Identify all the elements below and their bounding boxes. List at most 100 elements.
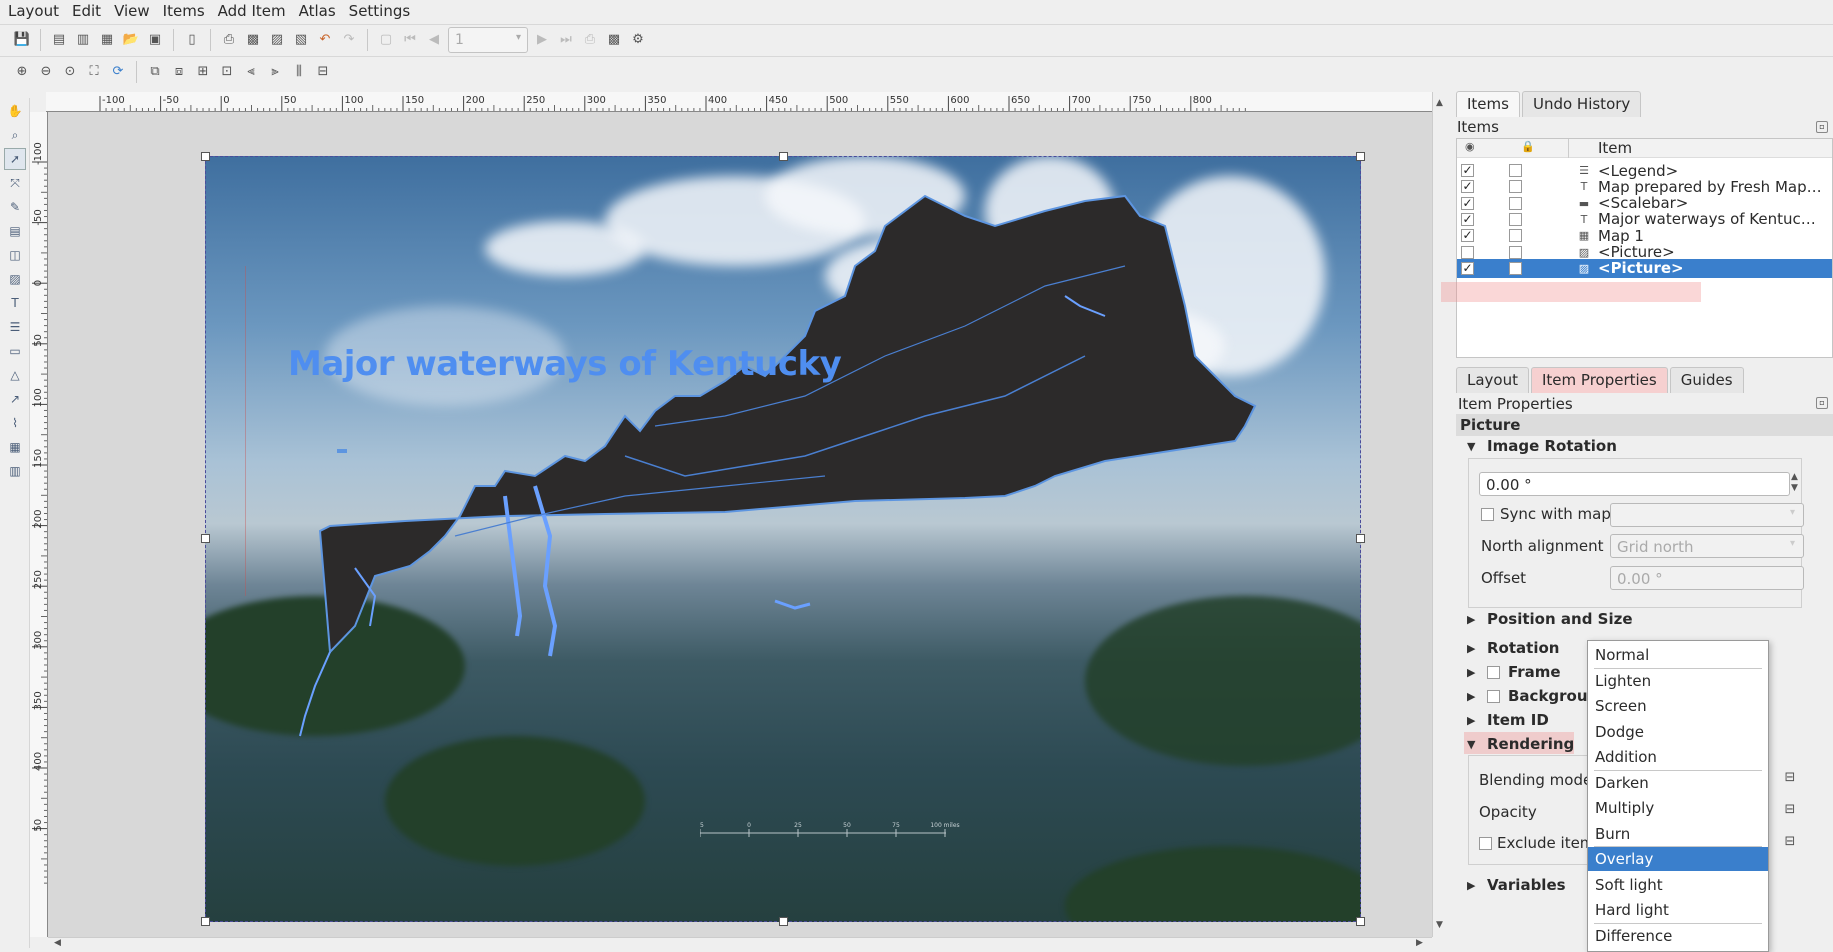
menu-items[interactable]: Items [159,2,214,20]
add-3d-map-icon[interactable]: ◫ [4,244,26,266]
menu-edit[interactable]: Edit [68,2,110,20]
resize-handle[interactable] [201,152,210,161]
layout-canvas[interactable]: Major waterways of Kentucky 250255075100… [48,112,1432,937]
lock-checkbox[interactable] [1509,164,1522,177]
add-legend-icon[interactable]: ☰ [4,316,26,338]
distribute-icon[interactable]: ⫼ [289,62,309,82]
resize-handle[interactable] [779,917,788,926]
zoom-actual-icon[interactable]: ⊙ [60,62,80,82]
visibility-checkbox[interactable]: ✓ [1461,261,1474,275]
lock-checkbox[interactable] [1509,180,1522,194]
rotation-spinbox[interactable]: 0.00 ° [1479,472,1790,496]
canvas-horizontal-scrollbar[interactable]: ◀ ▶ [48,937,1432,952]
rendering-section[interactable]: ▼ Rendering [1467,735,1574,753]
canvas-vertical-scrollbar[interactable]: ▲ ▼ [1432,92,1448,937]
add-picture-icon[interactable]: ▨ [4,268,26,290]
lock-checkbox[interactable] [1509,196,1522,210]
variables-section[interactable]: ▶ Variables [1467,876,1566,894]
blend-mode-option[interactable]: Hard light [1588,898,1768,922]
float-panel-icon[interactable]: ▫ [1816,397,1828,409]
add-label-icon[interactable]: T [4,292,26,314]
lock-checkbox[interactable] [1509,261,1522,275]
exclude-item-checkbox[interactable] [1479,837,1492,850]
item-column-header[interactable]: Item [1598,139,1632,157]
resize-handle[interactable] [1356,917,1365,926]
add-arrow-icon[interactable]: ↗ [4,388,26,410]
zoom-full-icon[interactable]: ⛶ [84,62,104,82]
sync-with-map-checkbox[interactable] [1481,508,1494,521]
visibility-checkbox[interactable] [1461,245,1474,259]
align-bottom-icon[interactable]: ⫸ [265,62,285,82]
export-svg-icon[interactable]: ▨ [267,30,287,50]
scroll-left-icon[interactable]: ◀ [54,938,61,948]
last-feature-icon[interactable]: ⏭ [556,30,576,50]
blend-mode-option[interactable]: Normal [1588,643,1768,667]
refresh-icon[interactable]: ⟳ [108,62,128,82]
menu-layout[interactable]: Layout [4,2,68,20]
lock-checkbox[interactable] [1509,212,1522,226]
background-section[interactable]: ▶ Backgroun [1467,687,1598,705]
lock-checkbox[interactable] [1509,229,1522,243]
blend-mode-option[interactable]: Multiply [1588,796,1768,820]
item-id-section[interactable]: ▶ Item ID [1467,711,1549,729]
edit-nodes-icon[interactable]: ✎ [4,196,26,218]
resize-handle[interactable] [779,152,788,161]
data-defined-override-icon[interactable]: ⊟ [1778,770,1802,790]
add-html-icon[interactable]: ▦ [4,436,26,458]
add-table-icon[interactable]: ▥ [4,460,26,482]
add-map-icon[interactable]: ▤ [4,220,26,242]
resize-handle[interactable] [201,917,210,926]
menu-add-item[interactable]: Add Item [214,2,295,20]
rotation-section[interactable]: ▶ Rotation [1467,639,1559,657]
data-defined-override-icon[interactable]: ⊟ [1778,802,1802,822]
blend-mode-dropdown[interactable]: Normal Lighten Screen Dodge Addition Darken Mu… [1587,640,1769,952]
tab-guides[interactable]: Guides [1669,367,1744,393]
page-setup-icon[interactable]: ▯ [182,30,202,50]
add-scalebar-icon[interactable]: ▭ [4,340,26,362]
zoom-in-icon[interactable]: ⊕ [12,62,32,82]
blend-mode-option[interactable]: Lighten [1588,669,1768,693]
background-checkbox[interactable] [1487,689,1500,703]
add-node-item-icon[interactable]: ⌇ [4,412,26,434]
frame-checkbox[interactable] [1487,665,1500,679]
visibility-checkbox[interactable]: ✓ [1461,229,1474,243]
lock-items-icon[interactable]: ⊡ [217,62,237,82]
atlas-export-icon[interactable]: ▩ [604,30,624,50]
previous-feature-icon[interactable]: ◀ [424,30,444,50]
tab-undo-history[interactable]: Undo History [1521,91,1642,117]
blend-mode-option[interactable]: Soft light [1588,873,1768,897]
resize-handle[interactable] [1356,152,1365,161]
frame-section[interactable]: ▶ Frame [1467,663,1561,681]
raise-item-icon[interactable]: ⧉ [145,62,165,82]
lock-checkbox[interactable] [1509,245,1522,259]
lower-item-icon[interactable]: ⧈ [169,62,189,82]
position-size-section[interactable]: ▶ Position and Size [1467,610,1633,628]
visibility-column-icon[interactable]: ◉ [1465,140,1475,153]
scroll-down-icon[interactable]: ▼ [1436,920,1443,930]
scroll-right-icon[interactable]: ▶ [1416,938,1423,948]
vertical-ruler[interactable]: -100 -50 0 50 100 150 200 250 300 350 400 50 [30,112,48,937]
visibility-checkbox[interactable]: ✓ [1461,180,1474,194]
menu-atlas[interactable]: Atlas [295,2,345,20]
menu-view[interactable]: View [110,2,159,20]
new-layout-icon[interactable]: ▤ [49,30,69,50]
resize-handle[interactable] [201,534,210,543]
layout-manager-icon[interactable]: ▦ [97,30,117,50]
sync-map-select[interactable]: ▾ [1610,503,1804,527]
blend-mode-option[interactable]: Addition [1588,745,1768,769]
tab-item-properties[interactable]: Item Properties [1531,367,1668,393]
duplicate-layout-icon[interactable]: ▥ [73,30,93,50]
blend-mode-option[interactable]: Overlay [1588,847,1768,871]
atlas-preview-icon[interactable]: ▢ [376,30,396,50]
open-template-icon[interactable]: 📂 [121,30,141,50]
blend-mode-option[interactable]: Darken [1588,771,1768,795]
items-table-row[interactable]: ✓ ▨ <Picture> [1457,258,1832,278]
undo-icon[interactable]: ↶ [315,30,335,50]
data-defined-override-icon[interactable]: ⊟ [1778,834,1802,854]
next-feature-icon[interactable]: ▶ [532,30,552,50]
offset-spinbox[interactable]: 0.00 ° [1610,566,1804,590]
zoom-out-icon[interactable]: ⊖ [36,62,56,82]
image-rotation-section[interactable]: ▼ Image Rotation [1467,437,1617,455]
first-feature-icon[interactable]: ⏮ [400,30,420,50]
blend-mode-option[interactable]: Screen [1588,694,1768,718]
